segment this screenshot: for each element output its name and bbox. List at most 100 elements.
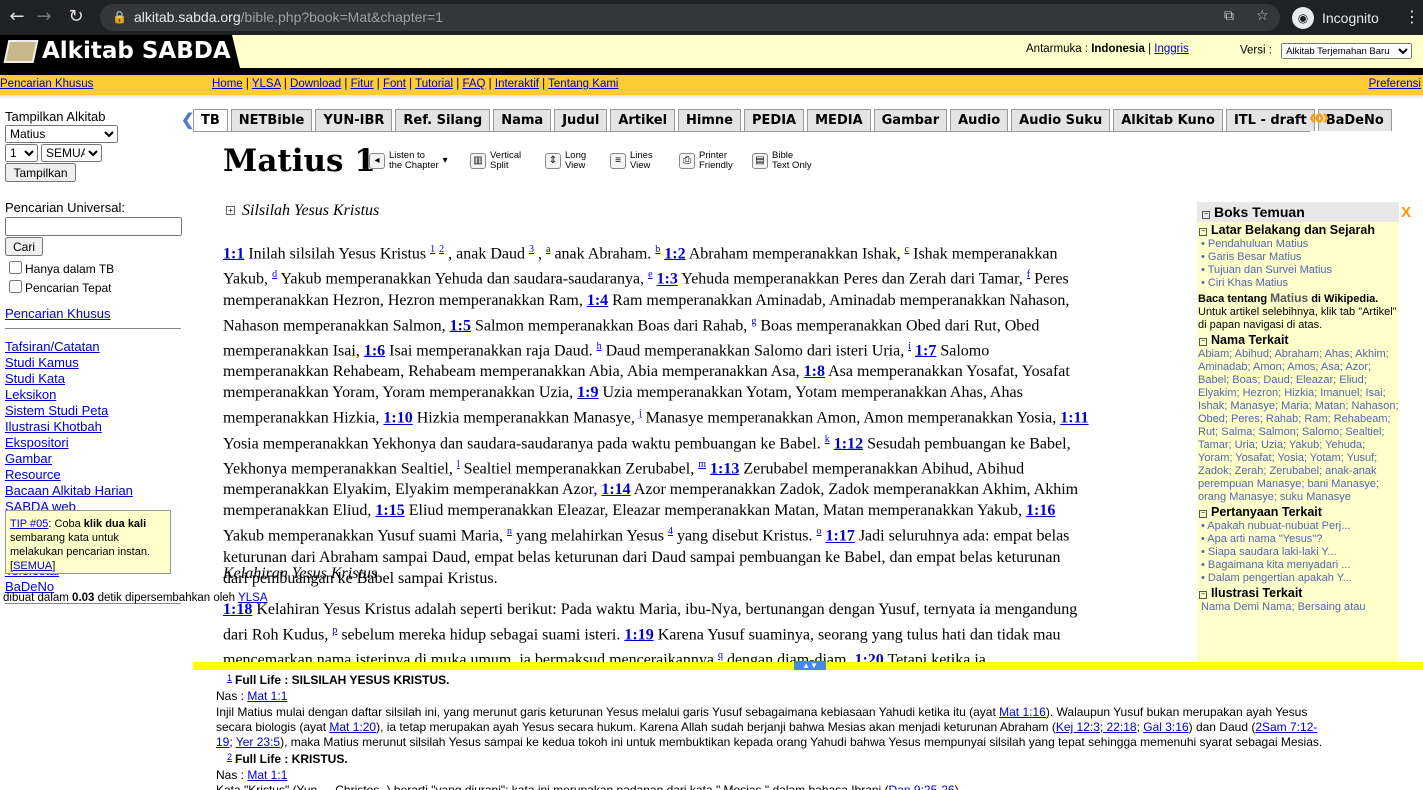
tab-netbible[interactable]: NETBible	[230, 109, 313, 131]
verse-line[interactable]: 1:18 Kelahiran Yesus Kristus adalah sepe…	[223, 599, 1175, 620]
collapse-icon[interactable]: −	[1199, 228, 1207, 236]
pencarian-khusus-top-link[interactable]: Pencarian Khusus	[0, 75, 93, 93]
tampilkan-button[interactable]: Tampilkan	[5, 163, 76, 182]
tab-scroll-arrows-icon[interactable]: «»	[1309, 104, 1330, 130]
verse-line[interactable]: memperanakkan Hizkia, 1:10 Hizkia memper…	[223, 403, 1175, 428]
search-input[interactable]	[5, 217, 182, 236]
verse-line[interactable]: Yekhonya memperanakkan Sealtiel, l Sealt…	[223, 454, 1175, 479]
verse-line[interactable]: Yakub, d Yakub memperanakkan Yehuda dan …	[223, 264, 1175, 289]
tab-media[interactable]: MEDIA	[807, 109, 871, 131]
nav-link-fitur[interactable]: Fitur	[351, 78, 374, 90]
hanya-tb-checkbox[interactable]	[9, 261, 22, 274]
nav-link-tutorial[interactable]: Tutorial	[415, 78, 453, 90]
sidebar-link-ekspositori[interactable]: Ekspositori	[5, 435, 69, 450]
chevron-down-icon[interactable]: ▾	[443, 156, 448, 166]
menu-kebab-icon[interactable]: ⋮	[1404, 7, 1420, 26]
chapter-select[interactable]: 1	[5, 144, 38, 162]
verse-line[interactable]: Yosia memperanakkan Yekhonya dan saudara…	[223, 429, 1175, 454]
tip-link[interactable]: TIP #05	[10, 518, 48, 530]
nav-link-interaktif[interactable]: Interaktif	[495, 78, 539, 90]
tab-pedia[interactable]: PEDIA	[744, 109, 805, 131]
list-item[interactable]: • Garis Besar Matius	[1197, 251, 1399, 264]
list-item[interactable]: • Apakah nubuat-nubuat Perj...	[1197, 520, 1399, 533]
collapse-icon[interactable]: −	[1199, 338, 1207, 346]
sidebar-link-ilustrasi-khotbah[interactable]: Ilustrasi Khotbah	[5, 419, 102, 434]
sidebar-link-bacaan-alkitab-harian[interactable]: Bacaan Alkitab Harian	[5, 483, 133, 498]
ref-link[interactable]: Kej 12:3; 22:18	[1056, 720, 1137, 734]
version-select[interactable]: Alkitab Terjemahan Baru	[1281, 43, 1413, 59]
nav-link-home[interactable]: Home	[212, 78, 243, 90]
nav-link-tentang-kami[interactable]: Tentang Kami	[548, 78, 618, 90]
nav-link-font[interactable]: Font	[383, 78, 406, 90]
preferensi-link[interactable]: Preferensi	[1369, 75, 1421, 93]
expand-section-icon[interactable]: +	[226, 206, 235, 215]
tool-vertical-button[interactable]: ▥ Vertical Split	[470, 151, 521, 171]
translate-icon[interactable]: ⧉	[1224, 8, 1234, 24]
nav-link-faq[interactable]: FAQ	[462, 78, 485, 90]
verse-line[interactable]: dari Roh Kudus, p sebelum mereka hidup s…	[223, 620, 1175, 645]
verse-line[interactable]: memperanakkan Elyakim, Elyakim memperana…	[223, 479, 1175, 500]
list-item[interactable]: • Ciri Khas Matius	[1197, 277, 1399, 290]
tab-tb[interactable]: TB	[193, 109, 228, 131]
list-item[interactable]: • Pendahuluan Matius	[1197, 238, 1399, 251]
reload-icon[interactable]: ↻	[61, 6, 91, 27]
forward-icon[interactable]: →	[29, 6, 59, 27]
tool-bible-button[interactable]: ▤ Bible Text Only	[752, 151, 812, 171]
list-item[interactable]: • Dalam pengertian apakah Y...	[1197, 572, 1399, 585]
tab-judul[interactable]: Judul	[554, 109, 608, 131]
verse-line[interactable]: Nahason memperanakkan Salmon, 1:5 Salmon…	[223, 311, 1175, 336]
sidebar-link-leksikon[interactable]: Leksikon	[5, 387, 56, 402]
tab-himne[interactable]: Himne	[678, 109, 742, 131]
tab-ref-silang[interactable]: Ref. Silang	[395, 109, 491, 131]
list-item[interactable]: • Apa arti nama "Yesus"?	[1197, 533, 1399, 546]
sidebar-link-sistem-studi-peta[interactable]: Sistem Studi Peta	[5, 403, 108, 418]
verse-line[interactable]: memperanakkan Isai, 1:6 Isai memperanakk…	[223, 336, 1175, 361]
list-item[interactable]: • Bagaimana kita menyadari ...	[1197, 559, 1399, 572]
nav-link-ylsa[interactable]: YLSA	[252, 78, 281, 90]
tip-semua-link[interactable]: SEMUA	[13, 560, 52, 572]
ref-link[interactable]: Mat 1:16	[999, 705, 1046, 719]
tab-badeno[interactable]: BaDeNo	[1317, 109, 1392, 131]
tool-lines-button[interactable]: ≡ Lines View	[610, 151, 653, 171]
collapse-box-icon[interactable]: −	[1202, 211, 1210, 219]
list-item[interactable]: • Tujuan dan Survei Matius	[1197, 264, 1399, 277]
ref-link[interactable]: Dan 9:25-26	[889, 783, 955, 790]
tab-alkitab-kuno[interactable]: Alkitab Kuno	[1113, 109, 1223, 131]
bookmark-star-icon[interactable]: ☆	[1256, 8, 1269, 24]
ilustrasi-item[interactable]: Nama Demi Nama; Bersaing atau	[1197, 601, 1399, 614]
address-bar[interactable]: 🔒 alkitab.sabda.org/bible.php?book=Mat&c…	[100, 4, 1280, 31]
back-icon[interactable]: ←	[2, 6, 32, 27]
verse-line[interactable]: memperanakkan Yoram, Yoram memperanakkan…	[223, 382, 1175, 403]
tab-audio-suku[interactable]: Audio Suku	[1011, 109, 1111, 131]
ref-link[interactable]: 19	[216, 735, 229, 749]
tab-artikel[interactable]: Artikel	[610, 109, 676, 131]
pencarian-tepat-checkbox[interactable]	[9, 280, 22, 293]
tab-yun-ibr[interactable]: YUN-IBR	[315, 109, 393, 131]
nama-terkait-list[interactable]: Abiam; Abihud; Abraham; Ahas; Akhim; Ami…	[1197, 348, 1399, 504]
tab-nama[interactable]: Nama	[493, 109, 552, 131]
verse-line[interactable]: Yakub memperanakkan Yusuf suami Maria, n…	[223, 521, 1175, 546]
tab-gambar[interactable]: Gambar	[873, 109, 948, 131]
sidebar-link-resource[interactable]: Resource	[5, 467, 61, 482]
nas-link[interactable]: Mat 1:1	[247, 768, 287, 782]
verse-line[interactable]: memperanakkan Hezron, Hezron memperanakk…	[223, 290, 1175, 311]
sidebar-link-gambar[interactable]: Gambar	[5, 451, 52, 466]
book-select[interactable]: Matius	[5, 125, 118, 143]
ref-link[interactable]: Yer 23:5	[236, 735, 280, 749]
list-item[interactable]: • Siapa saudara laki-laki Y...	[1197, 546, 1399, 559]
pencarian-khusus-link[interactable]: Pencarian Khusus	[5, 306, 111, 321]
cari-button[interactable]: Cari	[5, 237, 43, 256]
ref-link[interactable]: Mat 1:20	[329, 720, 376, 734]
tool-listen to-button[interactable]: ◂ Listen to the Chapter ▾	[369, 151, 448, 171]
inggris-link[interactable]: Inggris	[1154, 43, 1189, 55]
tool-long-button[interactable]: ⇕ Long View	[545, 151, 586, 171]
nas-link[interactable]: Mat 1:1	[247, 689, 287, 703]
ref-link[interactable]: 2Sam 7:12-	[1255, 720, 1317, 734]
verse-line[interactable]: memperanakkan Rehabeam, Rehabeam mempera…	[223, 361, 1175, 382]
tab-itl-draft[interactable]: ITL - draft	[1225, 109, 1315, 131]
tab-audio[interactable]: Audio	[950, 109, 1009, 131]
site-logo[interactable]: Alkitab SABDA	[0, 35, 240, 68]
verse-select[interactable]: SEMUA	[41, 144, 102, 162]
verse-line[interactable]: memperanakkan Eliud, 1:15 Eliud memperan…	[223, 500, 1175, 521]
verse-line[interactable]: 1:1 Inilah silsilah Yesus Kristus 1 2 , …	[223, 239, 1175, 264]
